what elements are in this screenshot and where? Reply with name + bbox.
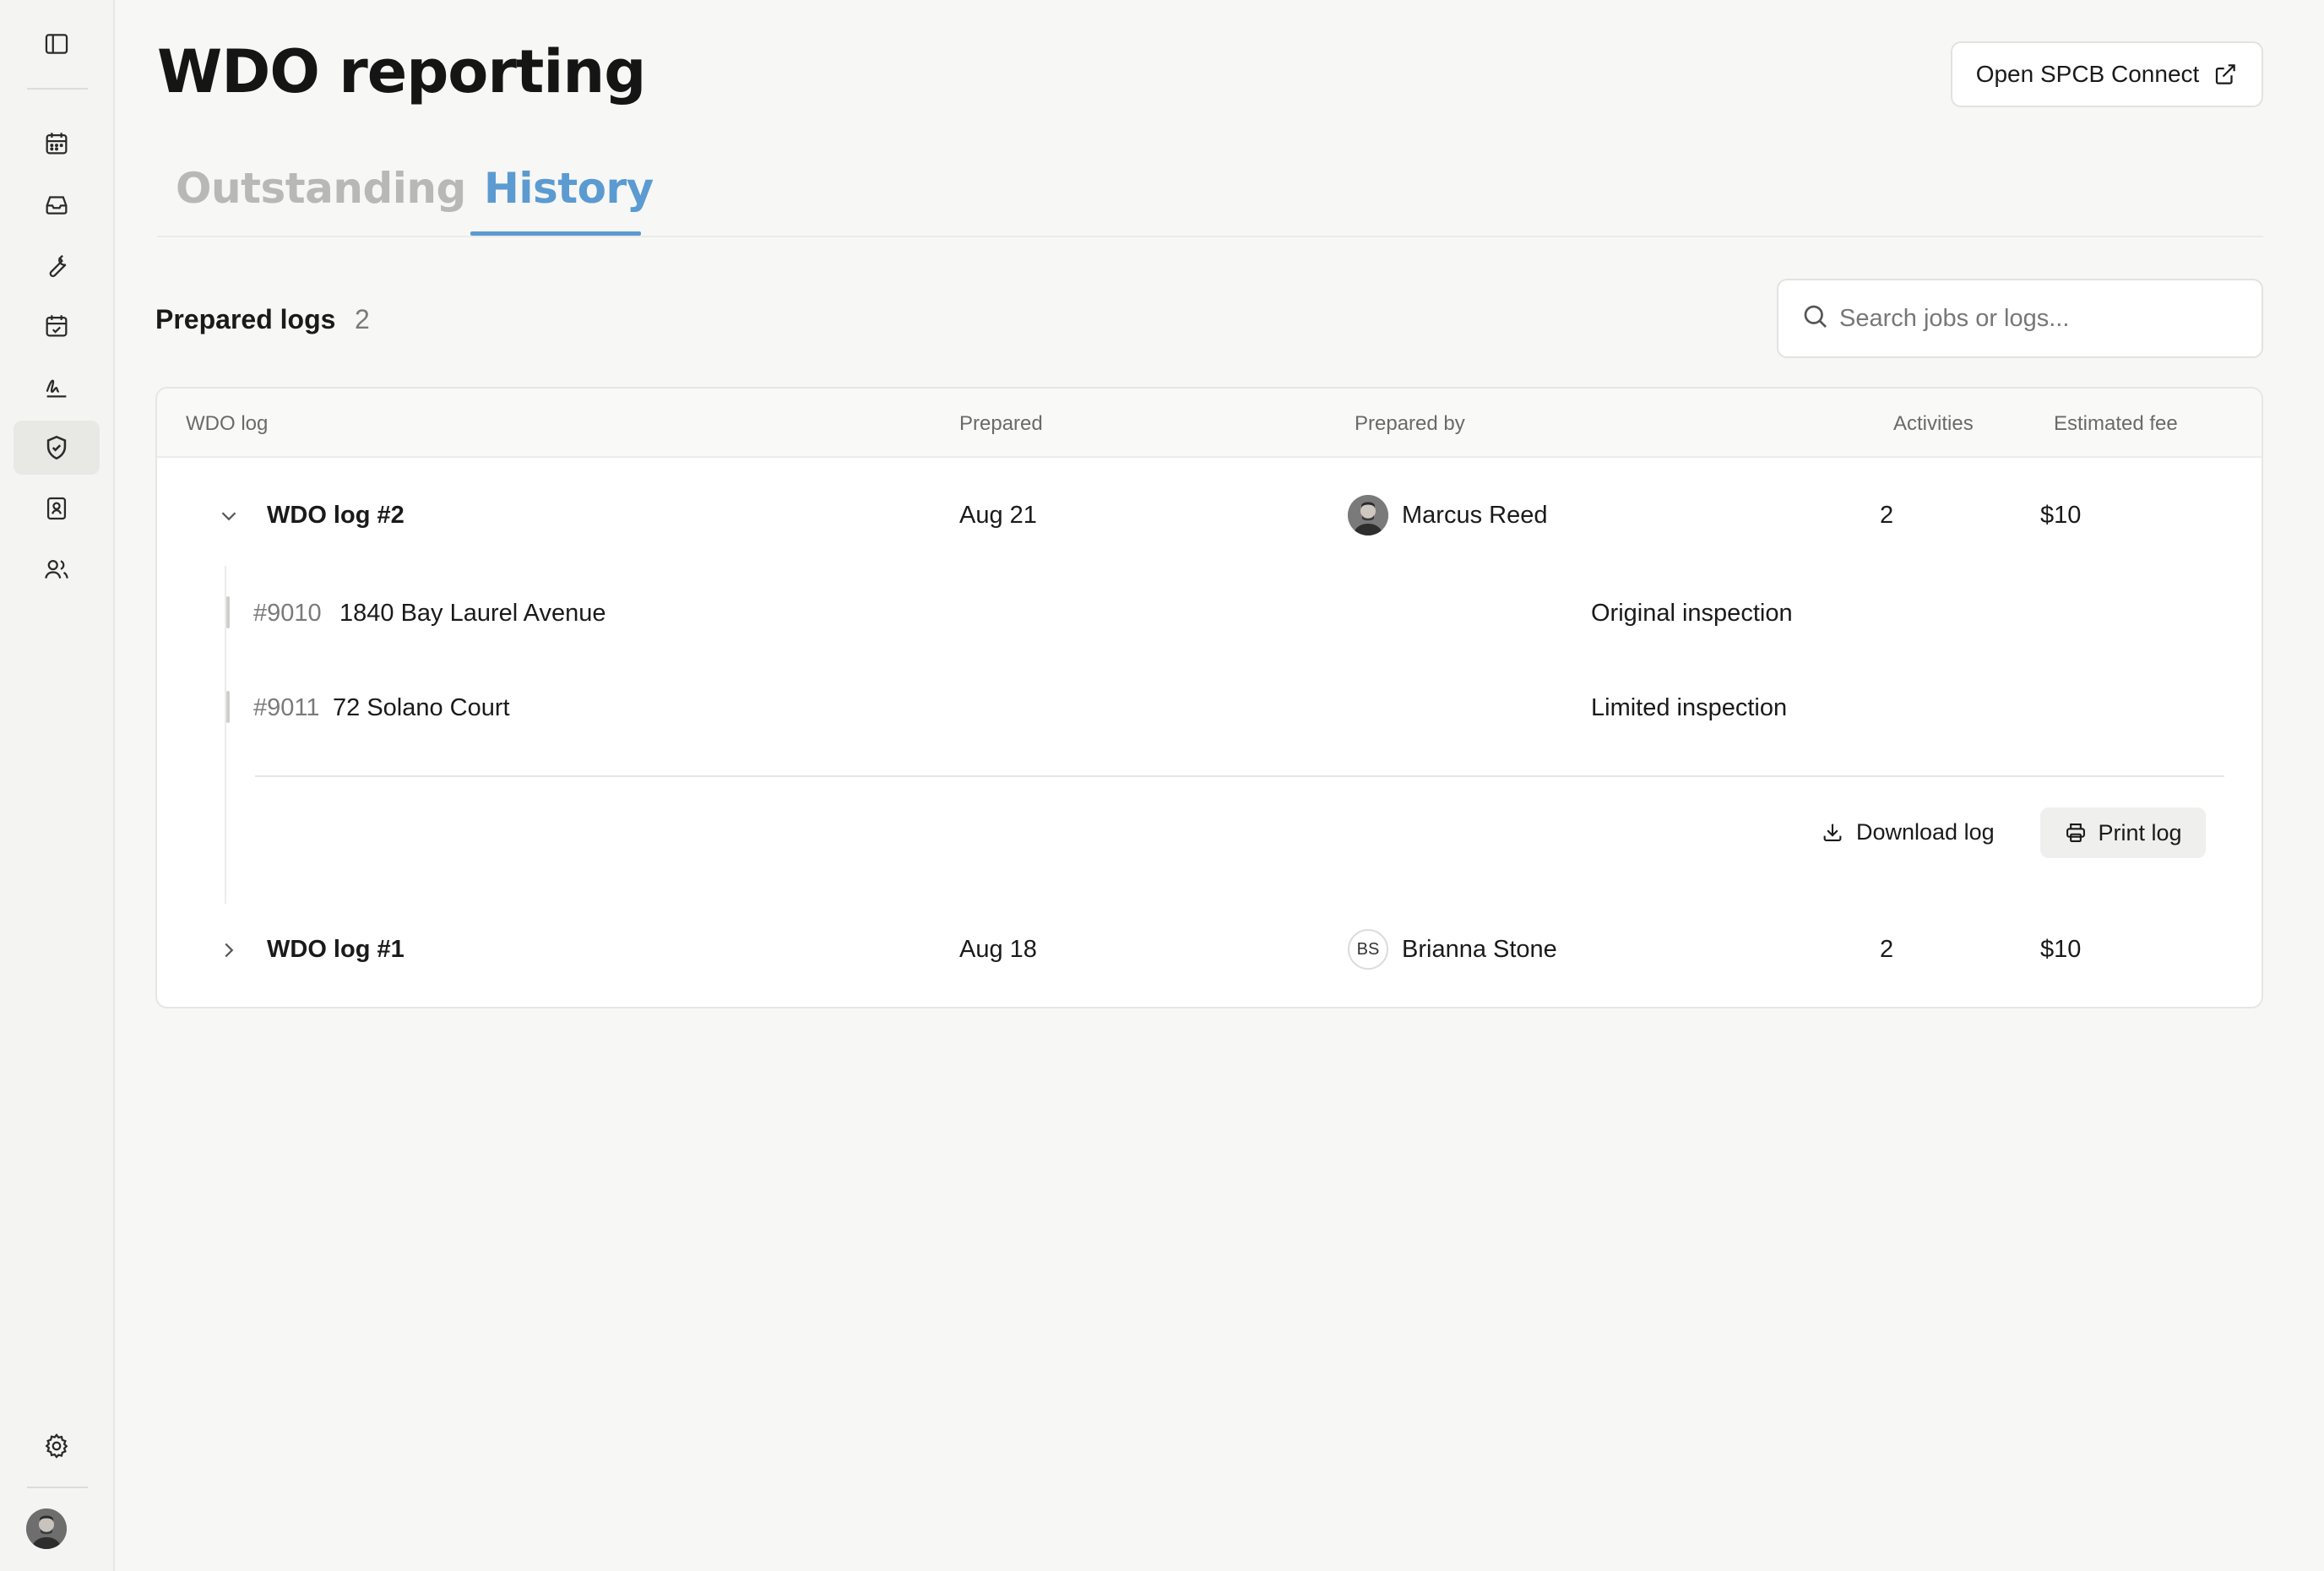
sidebar-toggle-icon[interactable] xyxy=(14,17,100,71)
print-log-label: Print log xyxy=(2098,819,2182,845)
users-icon[interactable] xyxy=(14,542,100,596)
search-input[interactable] xyxy=(1839,297,2245,340)
activity-id: #9010 xyxy=(253,600,322,627)
download-log-button[interactable]: Download log xyxy=(1821,807,1995,856)
search-box xyxy=(1777,279,2263,358)
log-name: WDO log #1 xyxy=(267,936,405,963)
tabs-divider xyxy=(157,236,2263,237)
activity-type: Limited inspection xyxy=(1591,694,1788,721)
open-spcb-connect-button[interactable]: Open SPCB Connect xyxy=(1951,41,2263,107)
activities-count: 2 xyxy=(1880,936,1894,963)
prepared-by-name: Marcus Reed xyxy=(1402,502,1548,529)
tab-history[interactable]: History xyxy=(484,164,654,213)
sidebar xyxy=(0,0,115,1571)
section-title: Prepared logs xyxy=(155,304,336,334)
column-header-prepared: Prepared xyxy=(959,412,1043,435)
prepared-by-name: Brianna Stone xyxy=(1402,936,1557,963)
logs-table: WDO log Prepared Prepared by Activities … xyxy=(155,387,2263,1008)
activity-marker xyxy=(226,596,230,628)
log-prepared-date: Aug 21 xyxy=(959,502,1037,529)
app: WDO reporting Open SPCB Connect Outstand… xyxy=(0,0,2324,1571)
download-icon xyxy=(1823,824,1842,841)
chevron-right-icon[interactable] xyxy=(216,938,242,963)
calendar-icon[interactable] xyxy=(14,117,100,171)
printer-icon xyxy=(2066,824,2086,842)
log-prepared-date: Aug 18 xyxy=(959,936,1037,963)
contact-book-icon[interactable] xyxy=(14,481,100,535)
signature-icon[interactable] xyxy=(14,360,100,414)
sidebar-divider xyxy=(27,88,88,90)
estimated-fee: $10 xyxy=(2040,936,2082,963)
avatar xyxy=(1348,495,1388,535)
sidebar-divider xyxy=(27,1487,88,1488)
open-button-label: Open SPCB Connect xyxy=(1975,61,2200,87)
wrench-icon[interactable] xyxy=(14,238,100,292)
column-header-log: WDO log xyxy=(186,412,269,435)
activities-count: 2 xyxy=(1880,502,1894,529)
calendar-check-icon[interactable] xyxy=(14,299,100,353)
table-header: WDO log Prepared Prepared by Activities … xyxy=(157,389,2262,458)
avatar: BS xyxy=(1348,929,1388,970)
inbox-icon[interactable] xyxy=(14,177,100,231)
log-name: WDO log #2 xyxy=(267,502,405,529)
column-header-prepared-by: Prepared by xyxy=(1355,412,1465,435)
activity-type: Original inspection xyxy=(1591,600,1793,627)
search-icon xyxy=(1804,305,1827,328)
download-log-label: Download log xyxy=(1856,818,1995,845)
tab-outstanding[interactable]: Outstanding xyxy=(176,164,466,213)
column-header-fee: Estimated fee xyxy=(2054,412,2178,435)
activity-id: #9011 xyxy=(253,694,320,721)
estimated-fee: $10 xyxy=(2040,502,2082,529)
user-avatar[interactable] xyxy=(26,1508,67,1549)
page-title: WDO reporting xyxy=(157,37,646,106)
activity-address: 72 Solano Court xyxy=(333,694,510,721)
detail-divider xyxy=(255,775,2224,777)
activity-marker xyxy=(226,691,230,723)
column-header-activities: Activities xyxy=(1893,412,1974,435)
activity-address: 1840 Bay Laurel Avenue xyxy=(339,600,606,627)
print-log-button[interactable]: Print log xyxy=(2040,807,2206,858)
external-link-icon xyxy=(2216,64,2236,84)
section-count: 2 xyxy=(355,304,370,334)
shield-check-icon[interactable] xyxy=(14,421,100,475)
chevron-down-icon[interactable] xyxy=(216,503,242,529)
settings-gear-icon[interactable] xyxy=(14,1419,100,1473)
